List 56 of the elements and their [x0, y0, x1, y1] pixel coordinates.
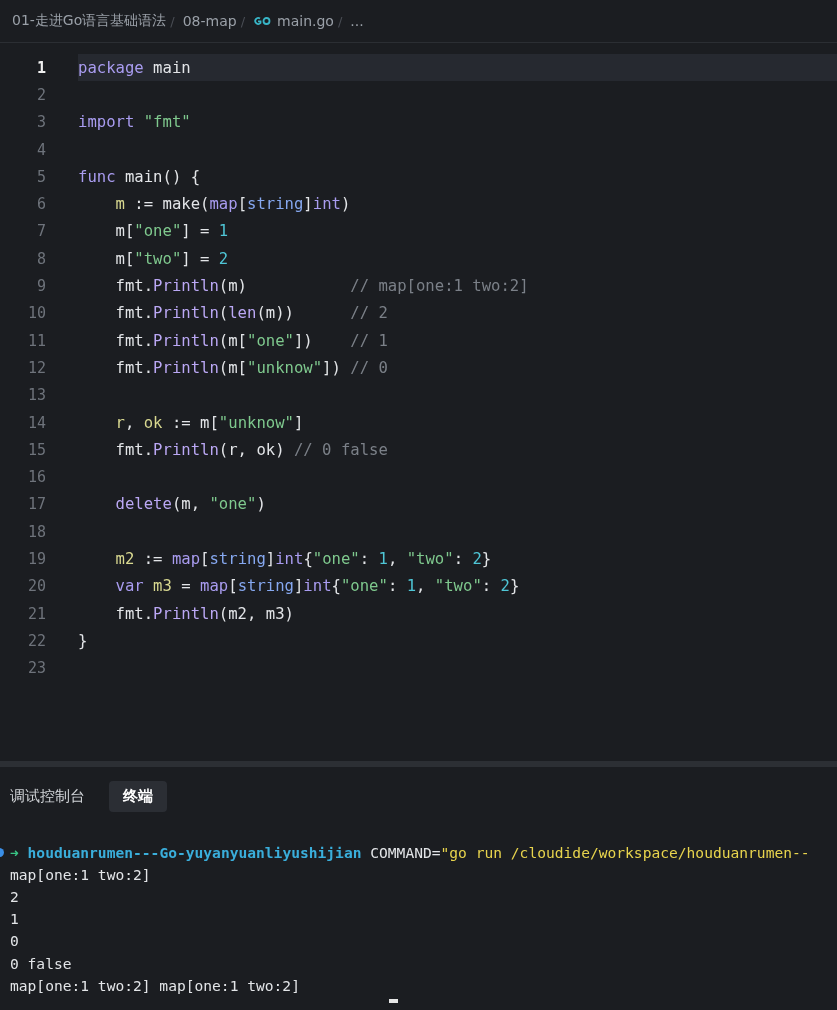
line-number: 20 — [26, 577, 47, 596]
panel-tab[interactable]: 终端 — [109, 781, 167, 812]
breadcrumb-separator: / — [170, 13, 175, 29]
breadcrumb-more[interactable]: ... — [350, 13, 364, 29]
line-number: 13 — [26, 386, 47, 405]
code-line: fmt.Println(m["one"]) // 1 — [114, 330, 389, 352]
code-line: m2 := map[string]int{"one": 1, "two": 2} — [114, 549, 493, 570]
line-number: 8 — [35, 249, 47, 268]
code-line: fmt.Println(len(m)) // 2 — [114, 303, 389, 325]
line-number: 15 — [26, 440, 47, 459]
code-line: delete(m, "one") — [114, 494, 267, 516]
line-number: 11 — [26, 331, 47, 350]
code-line: fmt.Println(m) // map[one:1 two:2] — [114, 276, 530, 297]
line-number: 1 — [35, 58, 47, 77]
code-line: var m3 = map[string]int{"one": 1, "two": 2} — [114, 576, 521, 598]
line-number: 2 — [35, 85, 47, 104]
terminal-output: 0 false — [10, 954, 72, 972]
panel-tab[interactable]: 调试控制台 — [10, 781, 99, 812]
breadcrumb-item[interactable]: 08-map — [182, 13, 237, 29]
code-line: r, ok := m["unknow"] — [114, 412, 305, 434]
breadcrumb-separator: / — [337, 13, 343, 29]
code-line: } — [78, 630, 89, 652]
line-number: 7 — [35, 222, 47, 241]
line-number: 3 — [35, 113, 47, 132]
breadcrumb-separator: / — [240, 13, 246, 29]
line-number: 16 — [26, 468, 47, 487]
code-line: func main() { — [78, 166, 202, 188]
breadcrumb-item[interactable]: 01-走进Go语言基础语法 — [12, 12, 167, 30]
line-number: 12 — [26, 358, 47, 377]
line-number: 14 — [26, 413, 47, 432]
code-line: import "fmt" — [78, 112, 192, 134]
terminal-output: map[one:1 two:2] — [10, 865, 151, 883]
breadcrumb-item[interactable]: main.go — [253, 13, 334, 29]
line-number: 5 — [35, 167, 47, 186]
line-number: 22 — [26, 631, 47, 650]
line-number: 10 — [26, 304, 47, 323]
code-line: m["two"] = 2 — [114, 248, 230, 270]
line-number: 6 — [35, 195, 47, 214]
line-number: 19 — [26, 550, 47, 568]
terminal-output: 0 — [10, 932, 19, 950]
line-number: 17 — [26, 495, 47, 514]
code-line: m["one"] = 1 — [114, 221, 230, 243]
line-number: 18 — [26, 522, 47, 541]
line-number: 4 — [35, 140, 47, 159]
code-line: fmt.Println(r, ok) // 0 false — [114, 439, 389, 461]
line-number: 23 — [26, 659, 47, 678]
terminal-output: 1 — [10, 910, 19, 928]
terminal-output: 2 — [10, 887, 19, 905]
terminal-output: map[one:1 two:2] map[one:1 two:2] — [10, 976, 300, 994]
line-number: 21 — [26, 604, 47, 623]
code-line: fmt.Println(m["unknow"]) // 0 — [114, 357, 389, 379]
line-number: 9 — [35, 277, 47, 295]
go-file-icon — [253, 16, 272, 26]
terminal-prompt: ➜ houduanrumen---Go-yuyanyuanliyushijian COMMAND="go run /cloudide/workspace/houduanrumen-- — [10, 843, 810, 861]
code-line: fmt.Println(m2, m3) — [114, 603, 295, 625]
code-line: m := make(map[string]int) — [114, 194, 352, 216]
